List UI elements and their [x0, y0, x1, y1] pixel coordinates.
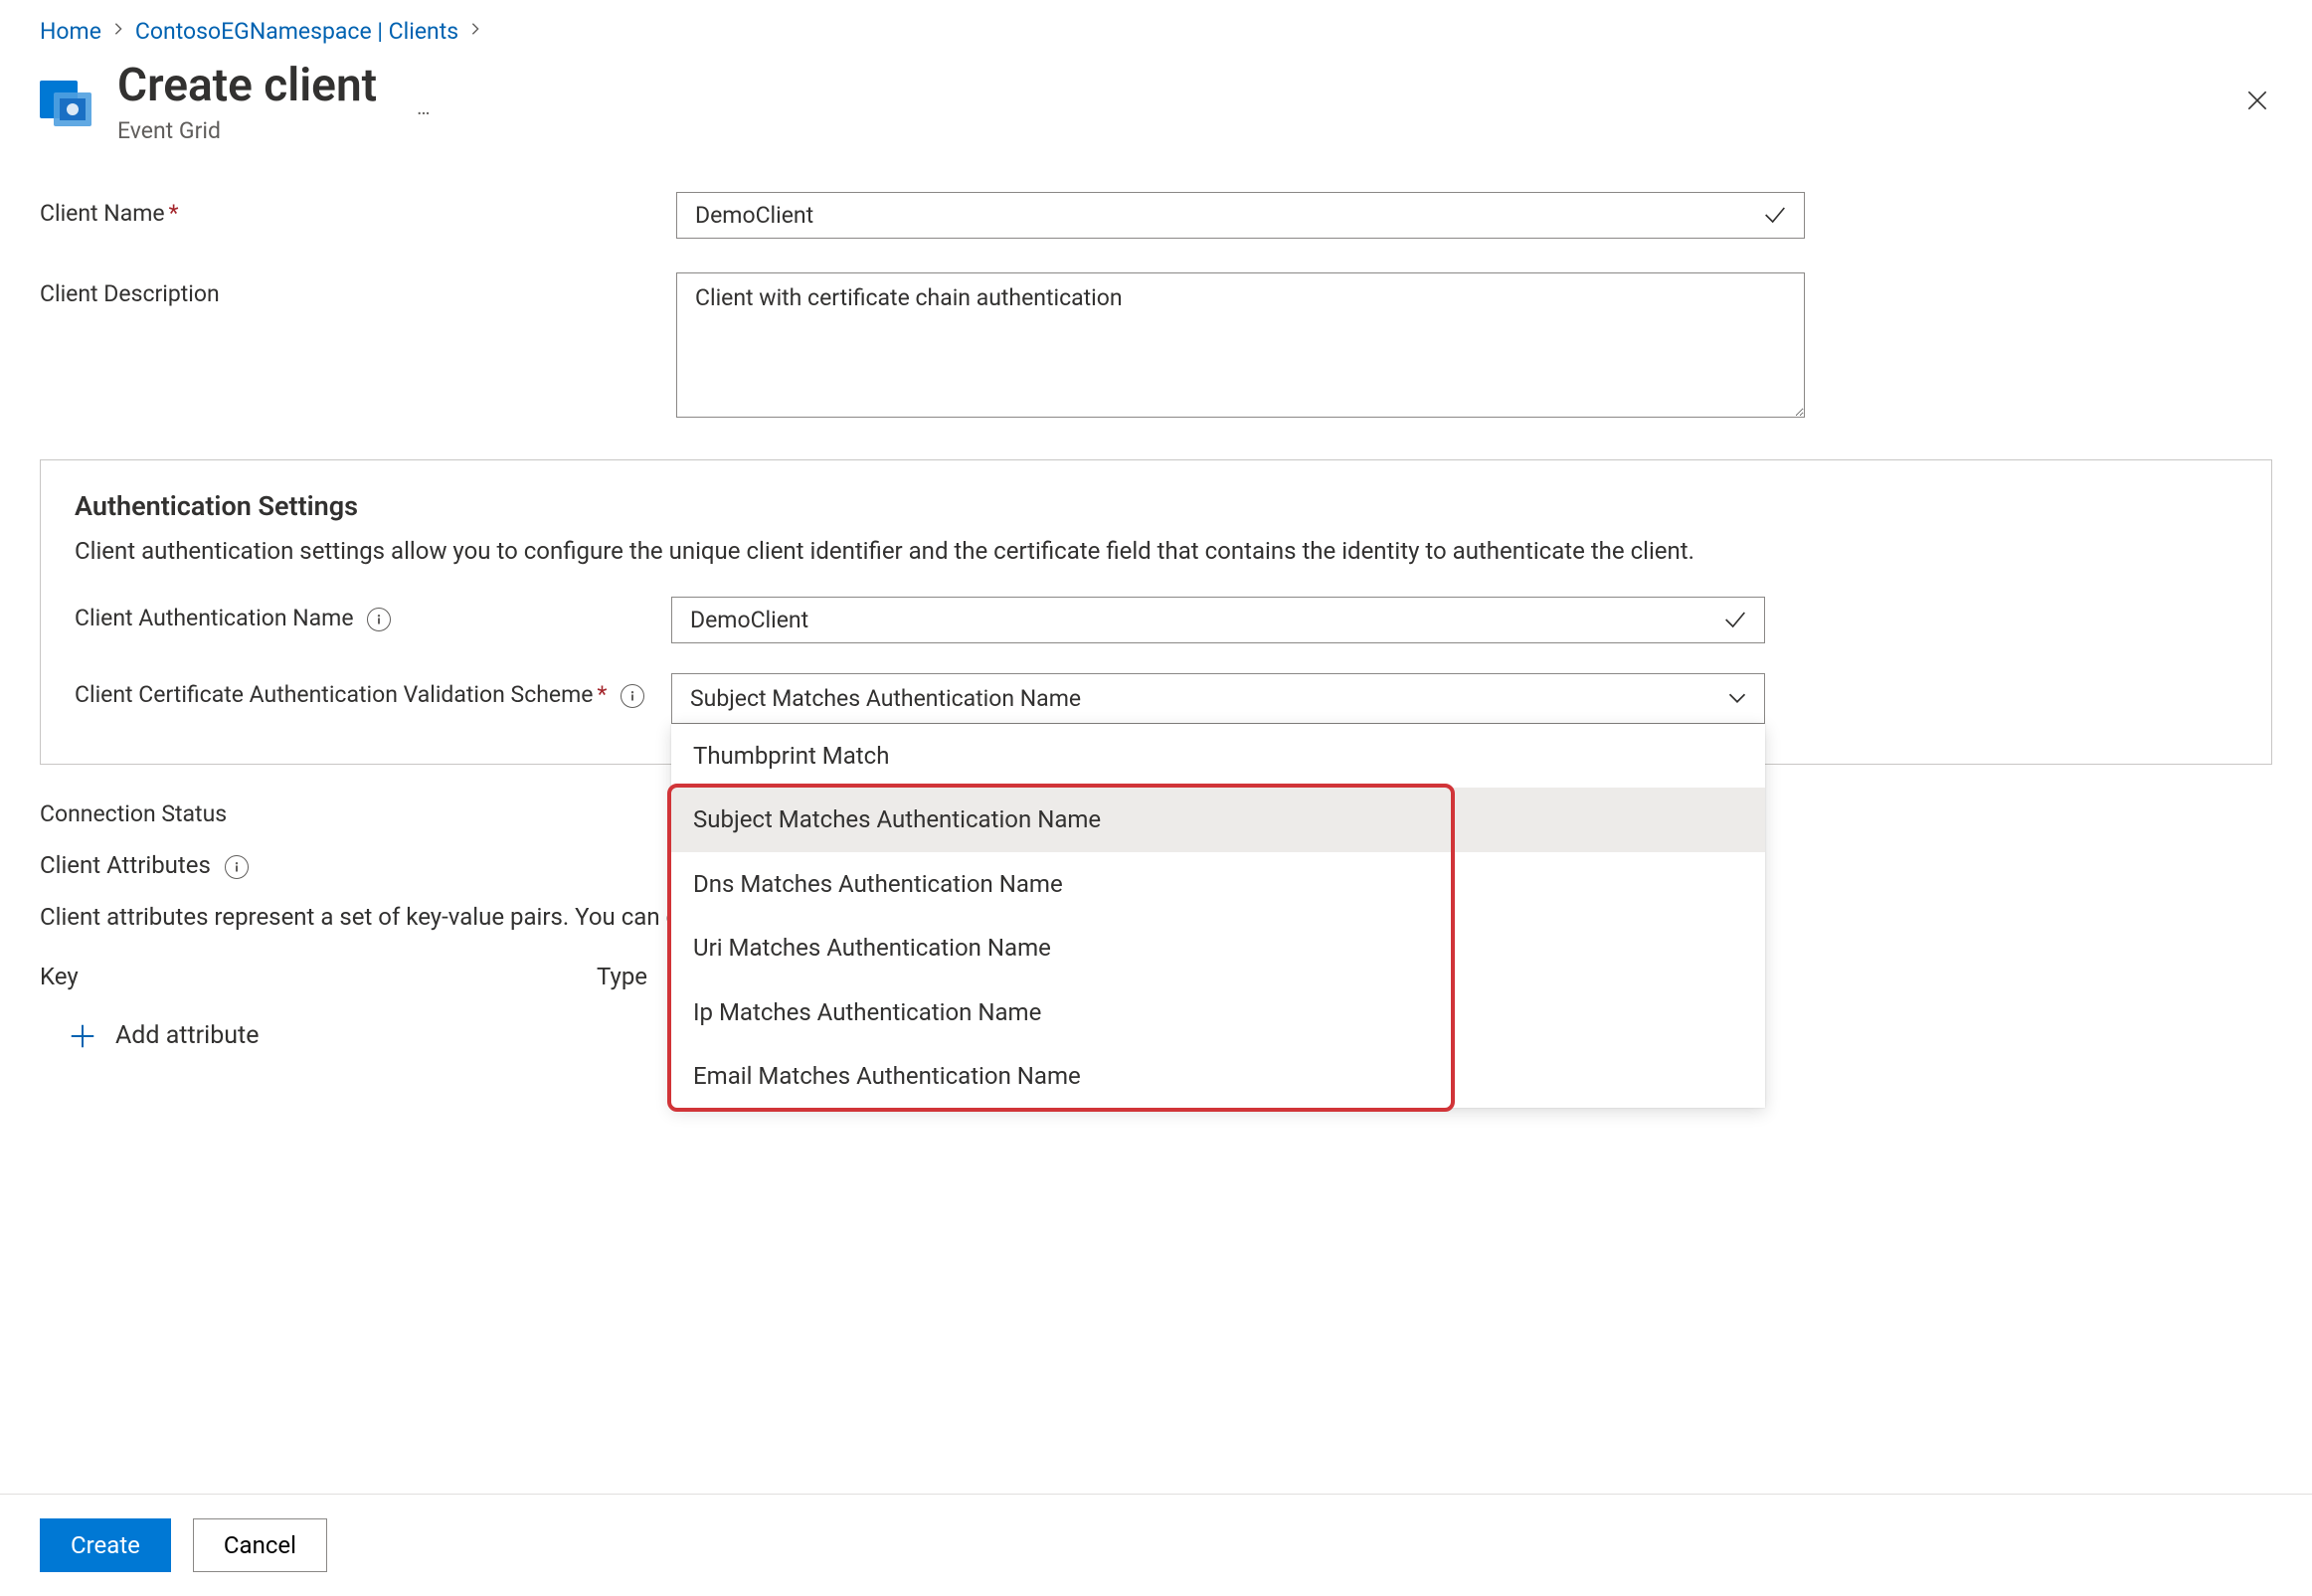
info-icon[interactable]: [367, 608, 391, 631]
validation-scheme-dropdown: Thumbprint MatchSubject Matches Authenti…: [671, 724, 1765, 1108]
close-button[interactable]: [2244, 85, 2270, 125]
auth-settings-heading: Authentication Settings: [75, 488, 2237, 524]
page-subtitle: Event Grid: [117, 115, 377, 146]
page-title: Create client: [117, 61, 377, 111]
more-button[interactable]: …: [417, 94, 432, 121]
plus-icon: [68, 1021, 97, 1051]
breadcrumb-namespace[interactable]: ContosoEGNamespace | Clients: [135, 16, 458, 47]
validation-scheme-label: Client Certificate Authentication Valida…: [75, 673, 671, 710]
client-name-label: Client Name*: [40, 192, 676, 229]
chevron-right-icon: [111, 19, 125, 43]
breadcrumb-home[interactable]: Home: [40, 16, 101, 47]
auth-settings-description: Client authentication settings allow you…: [75, 534, 2237, 569]
validation-scheme-option[interactable]: Thumbprint Match: [671, 724, 1765, 788]
validation-scheme-option[interactable]: Subject Matches Authentication Name: [671, 788, 1765, 851]
client-description-label: Client Description: [40, 272, 676, 309]
attributes-key-column: Key: [40, 961, 597, 992]
checkmark-icon: [1761, 201, 1789, 229]
cancel-button[interactable]: Cancel: [193, 1518, 327, 1572]
info-icon[interactable]: [225, 855, 249, 879]
breadcrumb: Home ContosoEGNamespace | Clients: [0, 0, 2312, 53]
validation-scheme-option[interactable]: Ip Matches Authentication Name: [671, 980, 1765, 1044]
client-name-input[interactable]: [676, 192, 1805, 239]
required-asterisk: *: [169, 200, 179, 227]
client-auth-name-label: Client Authentication Name: [75, 597, 671, 633]
authentication-settings-card: Authentication Settings Client authentic…: [40, 459, 2272, 765]
client-description-input[interactable]: Client with certificate chain authentica…: [676, 272, 1805, 418]
client-auth-name-input[interactable]: [671, 597, 1765, 643]
client-attributes-heading: Client Attributes: [40, 851, 211, 879]
validation-scheme-option[interactable]: Uri Matches Authentication Name: [671, 916, 1765, 979]
info-icon[interactable]: [621, 684, 644, 708]
validation-scheme-option[interactable]: Email Matches Authentication Name: [671, 1044, 1765, 1108]
chevron-down-icon: [1727, 688, 1747, 708]
validation-scheme-option[interactable]: Dns Matches Authentication Name: [671, 852, 1765, 916]
connection-status-label: Connection Status: [40, 793, 676, 829]
required-asterisk: *: [597, 681, 607, 708]
resource-icon: [40, 75, 93, 128]
footer: Create Cancel: [0, 1494, 2312, 1596]
page-header: Create client Event Grid …: [0, 53, 2312, 192]
create-button[interactable]: Create: [40, 1518, 171, 1572]
attributes-type-column: Type: [597, 961, 647, 992]
validation-scheme-select[interactable]: Subject Matches Authentication Name: [671, 673, 1765, 724]
chevron-right-icon: [468, 19, 482, 43]
checkmark-icon: [1721, 606, 1749, 633]
